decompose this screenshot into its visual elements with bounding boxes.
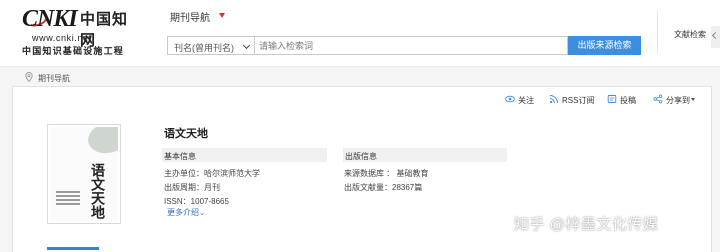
source-search-button[interactable]: 出版来源检索 (568, 36, 641, 55)
issn-field: ISSN：1007-8665 (164, 197, 229, 206)
chevron-down-icon (242, 41, 251, 50)
search-input[interactable] (255, 36, 568, 55)
logo-url: www.cnki.net (32, 33, 92, 43)
follow-label: 关注 (518, 96, 534, 105)
frequency-field: 出版周期：月刊 (164, 183, 220, 192)
submit-icon (607, 95, 617, 103)
cnki-logo[interactable]: CNKI 中国知网 www.cnki.net 中国知识基础设施工程 (22, 6, 142, 56)
document-count-field: 出版文献量：28367篇 (344, 183, 423, 192)
sponsor-field: 主办单位：哈尔滨师范大学 (164, 169, 260, 178)
cover-image: 语文天地 (50, 127, 118, 221)
search-field-select[interactable]: 刊名(曾用刊名) (167, 36, 255, 55)
submit-manuscript-button[interactable]: 投稿 (607, 93, 645, 107)
double-chevron-down-icon: ⌄ (199, 210, 205, 217)
rss-label: RSS订阅 (562, 96, 595, 105)
share-icon (653, 94, 663, 104)
publication-info-heading: 出版信息 (343, 148, 507, 162)
share-button[interactable]: 分享到 (653, 93, 701, 107)
cover-title: 语文天地 (89, 163, 105, 219)
breadcrumb-item[interactable]: 期刊导航 (38, 73, 70, 84)
follow-button[interactable]: 关注 (505, 93, 545, 107)
breadcrumb: 期刊导航 (0, 66, 720, 86)
logo-brand: CNKI (22, 6, 78, 32)
rss-icon (549, 95, 558, 104)
share-label: 分享到 (666, 96, 690, 105)
cover-decoration (84, 127, 118, 159)
rss-subscribe-button[interactable]: RSS订阅 (549, 93, 597, 107)
watermark: 知乎 @梓墨文化传媒 (514, 216, 659, 233)
cover-small-print (56, 191, 80, 213)
active-tab-indicator (47, 247, 99, 250)
eye-icon (505, 95, 515, 103)
more-info-label: 更多介绍 (167, 208, 199, 217)
journal-nav-menu[interactable]: 期刊导航 (170, 9, 210, 24)
submit-label: 投稿 (620, 96, 636, 105)
basic-info-heading: 基本信息 (162, 148, 327, 162)
header-divider (657, 10, 658, 54)
caret-down-icon[interactable] (219, 13, 225, 18)
logo-subtitle: 中国知识基础设施工程 (22, 46, 125, 56)
journal-cover[interactable]: 语文天地 (47, 124, 121, 224)
source-database-field: 来源数据库 ： 基础教育 (344, 169, 429, 178)
document-search-link[interactable]: 文献检索 (674, 29, 706, 40)
side-collapse-handle[interactable] (711, 26, 720, 48)
more-info-link[interactable]: 更多介绍⌄ (167, 207, 205, 218)
caret-down-icon (691, 98, 695, 101)
site-header: CNKI 中国知网 www.cnki.net 中国知识基础设施工程 期刊导航 刊… (0, 0, 720, 66)
journal-title: 语文天地 (164, 128, 208, 140)
location-pin-icon (25, 72, 33, 82)
search-field-select-value: 刊名(曾用刊名) (174, 43, 234, 53)
